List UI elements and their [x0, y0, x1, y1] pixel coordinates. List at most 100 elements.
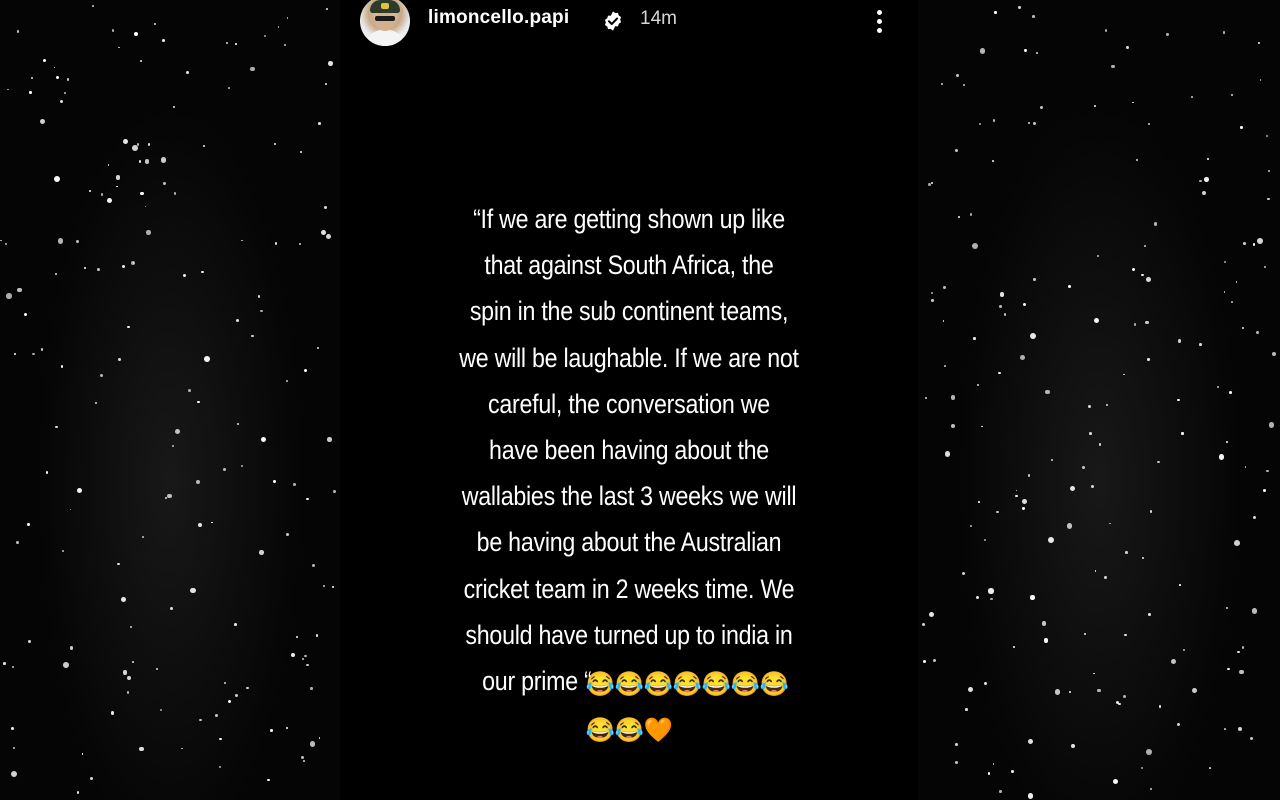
star-dot	[1066, 523, 1073, 529]
star-dot	[1224, 727, 1227, 730]
star-dot	[16, 541, 19, 544]
star-dot	[1222, 31, 1226, 35]
star-dot	[304, 654, 307, 658]
star-dot	[322, 584, 326, 587]
star-dot	[1265, 135, 1269, 138]
star-dot	[1032, 277, 1036, 281]
star-dot	[181, 747, 184, 750]
star-dot	[57, 238, 64, 244]
star-dot	[1081, 465, 1085, 469]
star-dot	[273, 142, 277, 146]
star-dot	[967, 686, 974, 693]
star-dot	[201, 271, 204, 274]
star-dot	[1133, 323, 1137, 326]
star-dot	[973, 337, 976, 340]
star-dot	[1231, 94, 1233, 96]
star-dot	[955, 74, 959, 78]
star-dot	[233, 623, 237, 627]
star-dot	[1257, 238, 1264, 245]
more-vertical-icon-dot-2	[876, 18, 882, 24]
star-dot	[970, 213, 973, 216]
star-dot	[172, 445, 174, 448]
more-vertical-icon-dot-3	[876, 27, 882, 33]
star-dot	[107, 197, 113, 203]
star-dot	[945, 451, 951, 457]
star-dot	[146, 230, 151, 235]
star-dot	[323, 206, 327, 210]
star-dot	[318, 737, 321, 739]
caption-line: should have turned up to india in	[465, 619, 793, 650]
star-dot	[218, 765, 222, 769]
star-dot	[1028, 121, 1031, 124]
star-dot	[83, 266, 86, 269]
star-dot	[1029, 332, 1036, 339]
star-dot	[931, 299, 934, 302]
star-dot	[131, 660, 134, 664]
star-dot	[1201, 191, 1206, 196]
star-dot	[153, 22, 156, 25]
star-dot	[302, 759, 305, 762]
star-dot	[999, 305, 1003, 309]
star-dot	[1094, 570, 1097, 572]
star-dot	[306, 663, 309, 666]
star-dot	[1096, 254, 1100, 258]
star-dot	[90, 777, 93, 780]
star-dot	[310, 687, 313, 690]
star-dot	[273, 479, 277, 483]
avatar-face	[375, 11, 395, 31]
star-dot	[1069, 690, 1071, 693]
star-dot	[260, 309, 263, 313]
star-dot	[121, 264, 125, 268]
star-dot	[1027, 793, 1033, 799]
star-dot	[1204, 177, 1209, 183]
star-dot	[1252, 243, 1256, 246]
starfield-left-backdrop	[0, 0, 340, 800]
star-dot	[11, 727, 14, 731]
star-dot	[1123, 695, 1127, 699]
star-dot	[1206, 158, 1209, 161]
star-dot	[944, 365, 946, 367]
star-dot	[1109, 522, 1111, 525]
star-dot	[1226, 440, 1229, 444]
star-dot	[996, 510, 999, 514]
star-dot	[962, 83, 965, 86]
star-dot	[228, 87, 230, 90]
username-link[interactable]: limoncello.papi	[428, 7, 569, 29]
star-dot	[928, 611, 934, 617]
star-dot	[1144, 244, 1147, 247]
profile-avatar[interactable]	[360, 0, 410, 46]
star-dot	[39, 119, 45, 125]
star-dot	[76, 791, 79, 794]
star-dot	[259, 550, 264, 556]
star-dot	[1103, 576, 1107, 579]
star-dot	[116, 175, 121, 180]
star-dot	[110, 711, 115, 715]
star-dot	[246, 686, 249, 690]
story-panel[interactable]: limoncello.papi 14m “If we are getting s…	[340, 0, 918, 800]
avatar-shirt	[366, 30, 404, 46]
star-dot	[1125, 45, 1129, 49]
star-dot	[1229, 391, 1232, 394]
star-dot	[1028, 739, 1034, 745]
story-header: limoncello.papi 14m	[340, 0, 918, 46]
star-dot	[1234, 539, 1240, 546]
star-dot	[69, 646, 74, 650]
star-dot	[306, 497, 309, 501]
star-dot	[1040, 106, 1044, 110]
star-dot	[0, 239, 3, 242]
star-dot	[943, 286, 947, 290]
star-dot	[4, 242, 7, 245]
star-dot	[1223, 291, 1226, 294]
star-dot	[1243, 242, 1246, 245]
star-dot	[59, 99, 63, 103]
star-dot	[118, 358, 122, 362]
star-dot	[1257, 41, 1261, 44]
star-dot	[219, 737, 222, 741]
star-dot	[1097, 688, 1101, 692]
star-dot	[155, 667, 159, 670]
star-dot	[298, 243, 301, 246]
star-dot	[226, 42, 229, 45]
more-options-button[interactable]	[864, 6, 894, 36]
star-dot	[144, 205, 147, 208]
star-dot	[1043, 638, 1049, 643]
